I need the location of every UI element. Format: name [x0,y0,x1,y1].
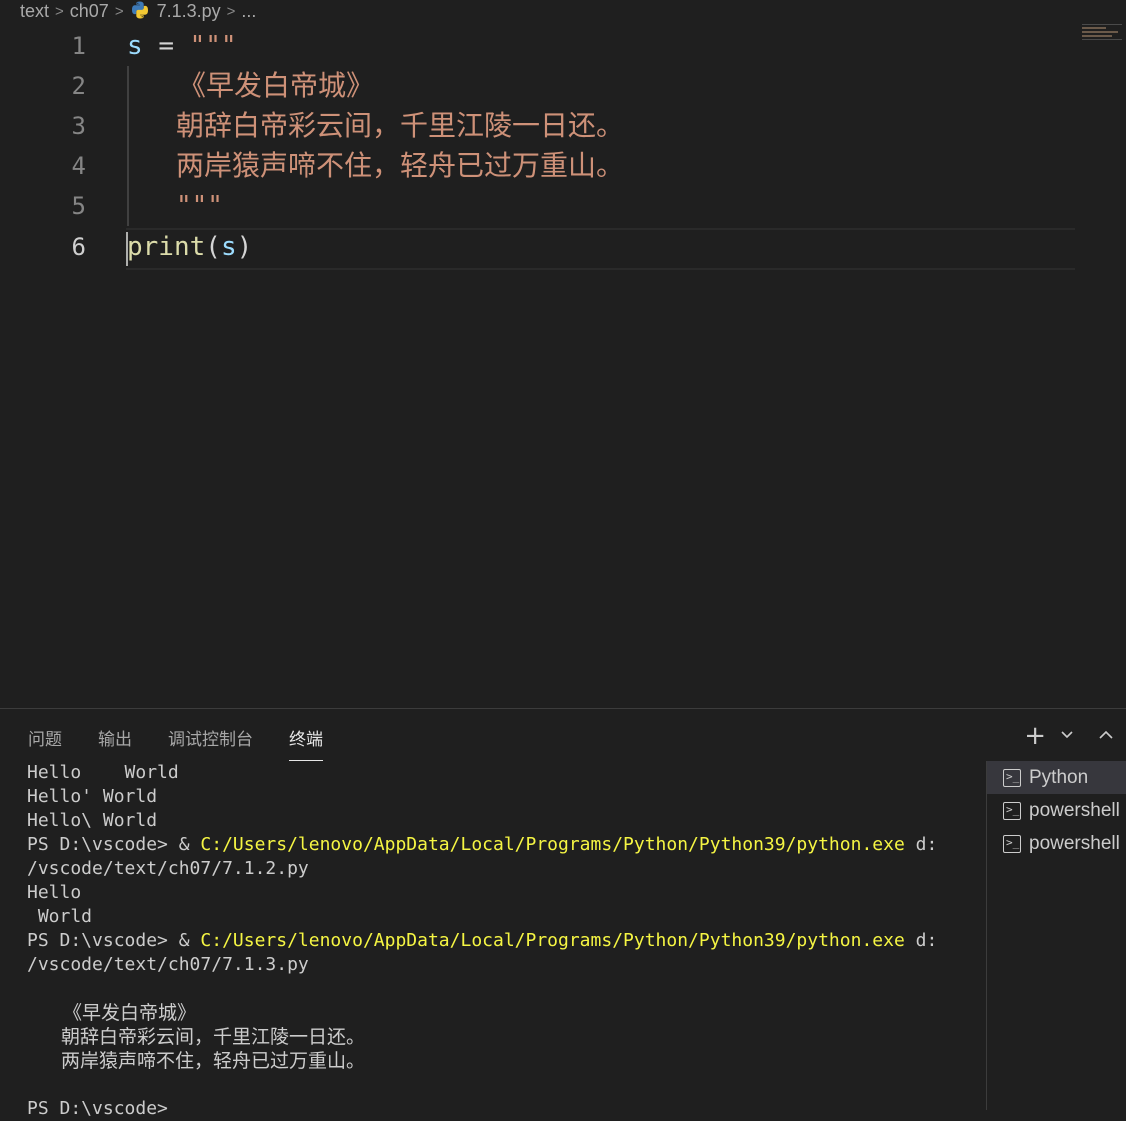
code-line[interactable]: 4 两岸猿声啼不住，轻舟已过万重山。 [0,146,1075,186]
terminal-instance-list: >_ Python >_ powershell >_ powershell [986,761,1126,1110]
terminal-line: /vscode/text/ch07/7.1.2.py [27,858,309,879]
token-operator: = [158,31,174,61]
line-number: 6 [71,233,86,261]
breadcrumb-separator: > [55,2,64,20]
code-line[interactable]: 5 """ [0,186,1075,226]
tab-debug-console[interactable]: 调试控制台 [168,725,253,761]
panel-actions: + [1024,723,1114,749]
text-cursor [126,232,128,266]
terminal-argument: d: [904,834,938,855]
terminal-line: Hello [27,882,82,903]
terminal-output[interactable]: Hello World Hello' World Hello\ World PS D:… [27,761,982,1121]
terminal-line: World [27,906,93,927]
token-variable: s [220,232,237,262]
token-variable: s [127,31,143,61]
breadcrumb-symbol[interactable]: ... [241,1,256,22]
breadcrumb-separator: > [114,2,124,20]
code-line[interactable]: 2 《早发白帝城》 [0,66,1075,106]
terminal-icon: >_ [1003,801,1021,820]
terminal-prompt: PS D:\vscode> & [27,834,201,855]
token-string: """ [176,191,223,221]
code-line[interactable]: 3 朝辞白帝彩云间，千里江陵一日还。 [0,106,1075,146]
token-punctuation: ( [205,232,221,262]
breadcrumb: text > ch07 > 7.1.3.py > ... [0,0,1126,22]
terminal-command-line: PS D:\vscode> & C:/Users/lenovo/AppData/… [27,833,982,857]
token-punctuation: ) [236,232,253,262]
token-string: """ [189,31,237,61]
line-number: 5 [71,192,86,220]
tab-problems[interactable]: 问题 [28,725,62,761]
terminal-exe-path: C:/Users/lenovo/AppData/Local/Programs/P… [200,930,905,951]
token-string: 朝辞白帝彩云间，千里江陵一日还。 [176,109,625,142]
terminal-instance-label: Python [1029,766,1089,788]
bottom-panel: 问题 输出 调试控制台 终端 + Hello World Hello' World… [0,708,1126,1119]
terminal-instance-label: powershell [1029,799,1120,821]
terminal-line: Hello World [27,762,179,783]
terminal-instance-python[interactable]: >_ Python [987,761,1126,794]
chevron-down-icon[interactable] [1060,728,1074,744]
terminal-line: Hello\ World [27,810,158,831]
terminal-icon: >_ [1003,834,1021,853]
terminal-icon: >_ [1003,768,1021,787]
panel-tabs: 问题 输出 调试控制台 终端 [28,725,359,761]
breadcrumb-file-label: 7.1.3.py [156,1,221,21]
terminal-instance-powershell[interactable]: >_ powershell [987,827,1126,860]
tab-output[interactable]: 输出 [98,725,132,761]
terminal-argument: d: [904,930,938,951]
line-number: 1 [71,32,86,60]
token-string: 《早发白帝城》 [178,69,375,102]
code-line[interactable]: 1 s = """ [0,26,1075,66]
terminal-line: 朝辞白帝彩云间，千里江陵一日还。 [61,1026,366,1048]
terminal-instance-label: powershell [1029,832,1120,854]
terminal-blank-line: ​ [27,1073,982,1097]
terminal-blank-line: ​ [27,977,982,1001]
line-number: 4 [71,152,86,180]
token-function: print [127,232,206,262]
line-number: 3 [71,112,86,140]
tab-terminal[interactable]: 终端 [289,725,323,761]
token-string: 两岸猿声啼不住，轻舟已过万重山。 [176,149,625,182]
terminal-line: 《早发白帝城》 [63,1002,197,1024]
breadcrumb-file[interactable]: 7.1.3.py [130,0,221,22]
terminal-command-line: PS D:\vscode> & C:/Users/lenovo/AppData/… [27,929,982,953]
plus-icon[interactable]: + [1024,723,1046,749]
terminal-exe-path: C:/Users/lenovo/AppData/Local/Programs/P… [200,834,905,855]
chevron-up-icon[interactable] [1098,728,1114,744]
terminal-line: 两岸猿声啼不住，轻舟已过万重山。 [61,1050,366,1072]
breadcrumb-folder-ch07[interactable]: ch07 [70,1,109,22]
python-icon [131,1,148,19]
code-editor[interactable]: 1 s = """ 2 《早发白帝城》 3 朝辞白帝彩云间，千里江陵一日还。 4… [0,26,1126,708]
breadcrumb-folder-text[interactable]: text [20,1,49,22]
terminal-line: /vscode/text/ch07/7.1.3.py [27,954,309,975]
terminal-prompt: PS D:\vscode> & [27,930,201,951]
terminal-instance-powershell[interactable]: >_ powershell [987,794,1126,827]
terminal-prompt-line: PS D:\vscode> [27,1098,168,1119]
code-text: s = """ [127,26,237,66]
terminal-line: Hello' World [27,786,158,807]
code-line[interactable]: 6 print(s) [0,227,1075,267]
breadcrumb-separator: > [226,2,236,20]
line-number: 2 [71,72,86,100]
code-text: print(s) [127,227,252,267]
